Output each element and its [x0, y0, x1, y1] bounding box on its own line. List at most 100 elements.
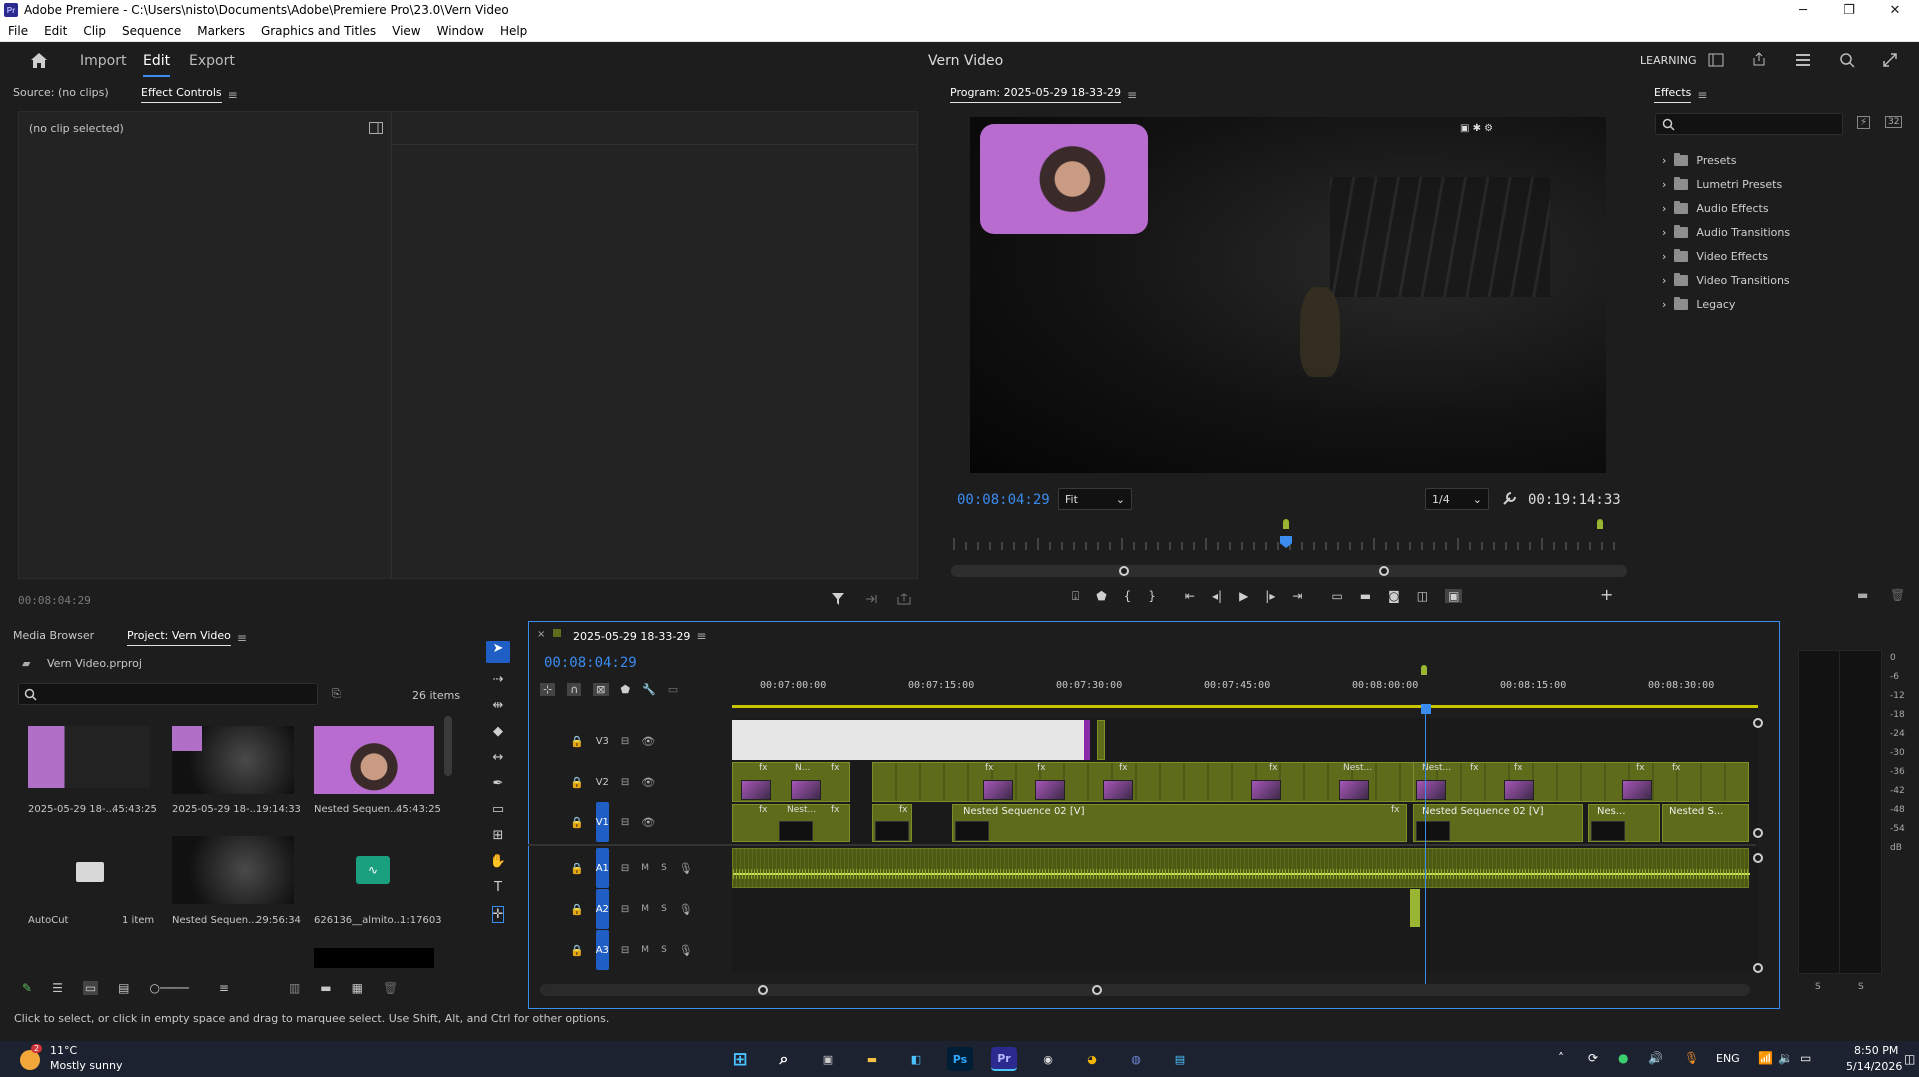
close-button[interactable]: ✕	[1873, 0, 1917, 20]
search-icon[interactable]: ⌕	[771, 1047, 797, 1071]
selection-tool-icon[interactable]: ➤	[486, 641, 510, 663]
list-view-icon[interactable]: ☰	[52, 981, 63, 995]
mark-in-icon[interactable]: {	[1124, 589, 1132, 603]
mark-out-icon[interactable]: }	[1148, 589, 1156, 603]
lift-clip-icon[interactable]: ▭	[1331, 589, 1342, 603]
weather-icon[interactable]	[20, 1050, 40, 1070]
battery-icon[interactable]: ▭	[1800, 1051, 1811, 1065]
track-label[interactable]: A1	[595, 848, 609, 888]
v1-clip[interactable]: Nested S...	[1662, 804, 1749, 842]
v1-clip[interactable]: Nested Sequence 02 [V] fx	[952, 804, 1407, 842]
solo-left-button[interactable]: S	[1815, 982, 1821, 992]
menu-file[interactable]: File	[8, 24, 28, 38]
sequence-name[interactable]: 2025-05-29 18-33-29	[573, 630, 690, 643]
learning-workspace[interactable]: LEARNING	[1640, 54, 1696, 67]
quick-export-icon[interactable]	[1795, 53, 1811, 67]
photoshop-icon[interactable]: Ps	[947, 1047, 973, 1071]
clock-time[interactable]: 8:50 PM	[1854, 1044, 1898, 1057]
solo-button[interactable]: S	[661, 863, 667, 873]
project-search-input[interactable]	[18, 683, 318, 705]
add-marker-icon[interactable]: ⬟	[621, 683, 631, 696]
add-marker-icon[interactable]: ⬟	[1096, 589, 1106, 603]
effects-tab[interactable]: Effects ≡	[1654, 86, 1707, 103]
bin-folder-icon[interactable]	[76, 862, 104, 882]
program-video-frame[interactable]: ▣ ✱ ⚙	[970, 117, 1606, 473]
project-item-name[interactable]: 626136__almito...	[314, 915, 403, 926]
panel-menu-icon[interactable]: ≡	[228, 88, 238, 102]
go-to-in-icon[interactable]: ⇤	[1185, 589, 1195, 603]
program-zoom-bar[interactable]	[951, 565, 1627, 577]
menu-help[interactable]: Help	[500, 24, 527, 38]
workspaces-icon[interactable]	[1708, 53, 1724, 67]
accelerated-effects-icon[interactable]: ⚡	[1857, 116, 1871, 129]
effects-item-audio-transitions[interactable]: › Audio Transitions	[1662, 222, 1790, 242]
menu-graphics-and-titles[interactable]: Graphics and Titles	[261, 24, 376, 38]
new-item-icon[interactable]: ▦	[352, 981, 363, 995]
sync-icon[interactable]: ⟳	[1588, 1051, 1598, 1065]
source-tab-label[interactable]: Source: (no clips)	[13, 86, 109, 99]
v2-clip-run[interactable]: fx fx fx fx Nest...	[872, 762, 1420, 802]
ripple-edit-icon[interactable]: ⇹	[493, 698, 504, 713]
project-tab-label[interactable]: Project: Vern Video	[127, 629, 231, 646]
solo-button[interactable]: S	[661, 904, 667, 914]
nest-toggle-icon[interactable]: ⊹	[540, 682, 556, 696]
wifi-icon[interactable]: 📶	[1758, 1051, 1773, 1065]
automate-icon[interactable]: ▥	[289, 981, 300, 995]
notepad-icon[interactable]: ▤	[1167, 1047, 1193, 1071]
step-back-icon[interactable]: ◂|	[1212, 589, 1222, 603]
project-item-thumb[interactable]	[172, 836, 294, 904]
panel-menu-icon[interactable]: ≡	[1697, 88, 1707, 102]
export-frame-icon[interactable]: ◙	[1388, 589, 1400, 603]
timeline-ruler[interactable]: 00:07:00:00 00:07:15:00 00:07:30:00 00:0…	[732, 680, 1758, 710]
project-item-thumb[interactable]	[172, 726, 294, 794]
add-button-icon[interactable]: +	[1600, 585, 1613, 604]
v1-clip[interactable]: Nes...	[1588, 804, 1660, 842]
menu-window[interactable]: Window	[437, 24, 484, 38]
language-indicator[interactable]: ENG	[1716, 1052, 1740, 1065]
effects-item-audio-effects[interactable]: › Audio Effects	[1662, 198, 1769, 218]
toggle-timeline-icon[interactable]	[369, 122, 383, 134]
weather-temp[interactable]: 11°C	[50, 1044, 77, 1057]
store-icon[interactable]: ◧	[903, 1047, 929, 1071]
find-icon[interactable]: ⎘	[332, 687, 341, 701]
linked-selection-icon[interactable]: ⊠	[593, 682, 609, 696]
step-forward-icon[interactable]: |▸	[1265, 589, 1275, 603]
project-item-name[interactable]: Nested Sequen...	[314, 804, 400, 815]
scroll-handle-right[interactable]	[1092, 985, 1102, 995]
solo-right-button[interactable]: S	[1858, 982, 1864, 992]
lock-icon[interactable]: 🔒	[570, 776, 584, 789]
track-zoom-handle[interactable]	[1753, 718, 1763, 728]
proxy-toggle-icon[interactable]: ▣	[1445, 589, 1463, 603]
resolution-select[interactable]: 1/4 ⌄	[1425, 488, 1489, 510]
sort-icon[interactable]: ≡	[219, 981, 229, 995]
nvidia-icon[interactable]: ●	[1618, 1051, 1628, 1065]
freeform-view-icon[interactable]: ▤	[118, 981, 129, 995]
effects-item-lumetri-presets[interactable]: › Lumetri Presets	[1662, 174, 1782, 194]
project-item-thumb[interactable]	[314, 948, 434, 968]
v3-clip-edge[interactable]	[1084, 720, 1090, 760]
panel-menu-icon[interactable]: ≡	[237, 631, 247, 645]
maximize-button[interactable]: ❐	[1827, 0, 1871, 20]
v1-clip[interactable]: fx Nest... fx	[732, 804, 850, 842]
sync-lock-icon[interactable]: ⊟	[621, 736, 629, 747]
home-icon[interactable]	[30, 52, 48, 69]
menu-clip[interactable]: Clip	[83, 24, 106, 38]
microphone-icon[interactable]: 🎙	[679, 903, 693, 916]
track-label[interactable]: A2	[595, 889, 609, 929]
track-zoom-handle[interactable]	[1753, 853, 1763, 863]
minimize-button[interactable]: ─	[1781, 0, 1825, 20]
lift-icon[interactable]: ⍗	[1072, 589, 1079, 604]
a2-audio-clip[interactable]	[1410, 889, 1420, 927]
sync-lock-icon[interactable]: ⊟	[621, 777, 629, 788]
project-item-name[interactable]: Nested Sequen...	[172, 915, 258, 926]
track-select-icon[interactable]: ⇢	[493, 672, 504, 687]
work-area-bar[interactable]	[732, 705, 1758, 708]
extract-clip-icon[interactable]: ▬	[1360, 589, 1371, 603]
wrench-icon[interactable]: 🔧	[642, 683, 656, 696]
sync-lock-icon[interactable]: ⊟	[621, 863, 629, 874]
lock-icon[interactable]: 🔒	[570, 735, 584, 748]
timeline-playhead-time[interactable]: 00:08:04:29	[544, 655, 637, 671]
project-item-thumb[interactable]	[28, 726, 150, 788]
microphone-icon[interactable]: 🎙	[679, 862, 693, 875]
project-item-name[interactable]: 2025-05-29 18-...	[172, 804, 259, 815]
